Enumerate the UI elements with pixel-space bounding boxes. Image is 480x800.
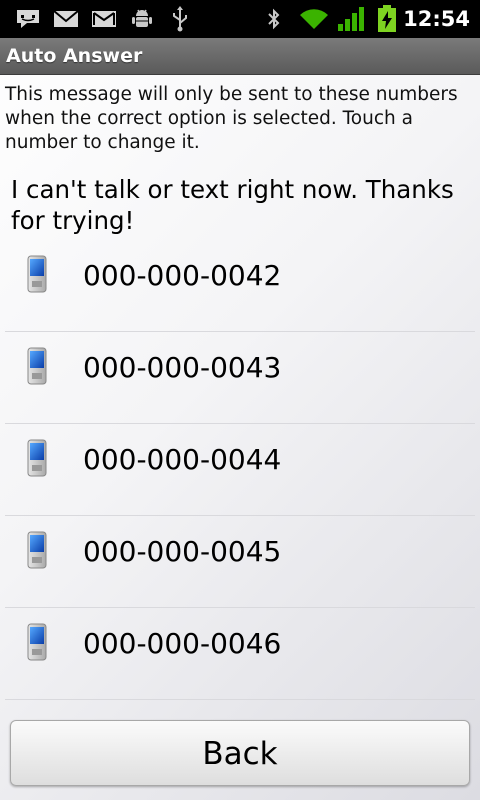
auto-answer-message[interactable]: I can't talk or text right now. Thanks f… (11, 174, 471, 236)
email-icon (90, 0, 118, 38)
title-bar: Auto Answer (0, 38, 480, 75)
sms-icon (14, 0, 42, 38)
number-row[interactable]: 000-000-0046 (5, 608, 475, 700)
number-row[interactable]: 000-000-0042 (5, 240, 475, 332)
phone-number: 000-000-0045 (83, 535, 282, 568)
page-title: Auto Answer (6, 45, 143, 67)
status-bar: 12:54 (0, 0, 480, 38)
bluetooth-icon (263, 0, 285, 38)
android-debug-icon (128, 0, 156, 38)
mobile-phone-icon (25, 623, 49, 661)
wifi-icon (298, 0, 330, 38)
mobile-phone-icon (25, 439, 49, 477)
battery-charging-icon (374, 0, 400, 38)
number-row[interactable]: 000-000-0044 (5, 424, 475, 516)
usb-icon (166, 0, 194, 38)
screen: 12:54 Auto Answer This message will only… (0, 0, 480, 800)
numbers-list: 000-000-0042 000-000-0043 000-000-0044 0… (5, 240, 475, 700)
phone-number: 000-000-0046 (83, 627, 282, 660)
phone-number: 000-000-0044 (83, 443, 282, 476)
back-button[interactable]: Back (10, 720, 470, 786)
gmail-icon (52, 0, 80, 38)
mobile-phone-icon (25, 347, 49, 385)
number-row[interactable]: 000-000-0043 (5, 332, 475, 424)
signal-icon (336, 0, 366, 38)
mobile-phone-icon (25, 531, 49, 569)
clock-time: 12:54 (403, 7, 470, 31)
number-row[interactable]: 000-000-0045 (5, 516, 475, 608)
instructions-text: This message will only be sent to these … (5, 84, 458, 153)
mobile-phone-icon (25, 255, 49, 293)
phone-number: 000-000-0042 (83, 259, 282, 292)
phone-number: 000-000-0043 (83, 351, 282, 384)
